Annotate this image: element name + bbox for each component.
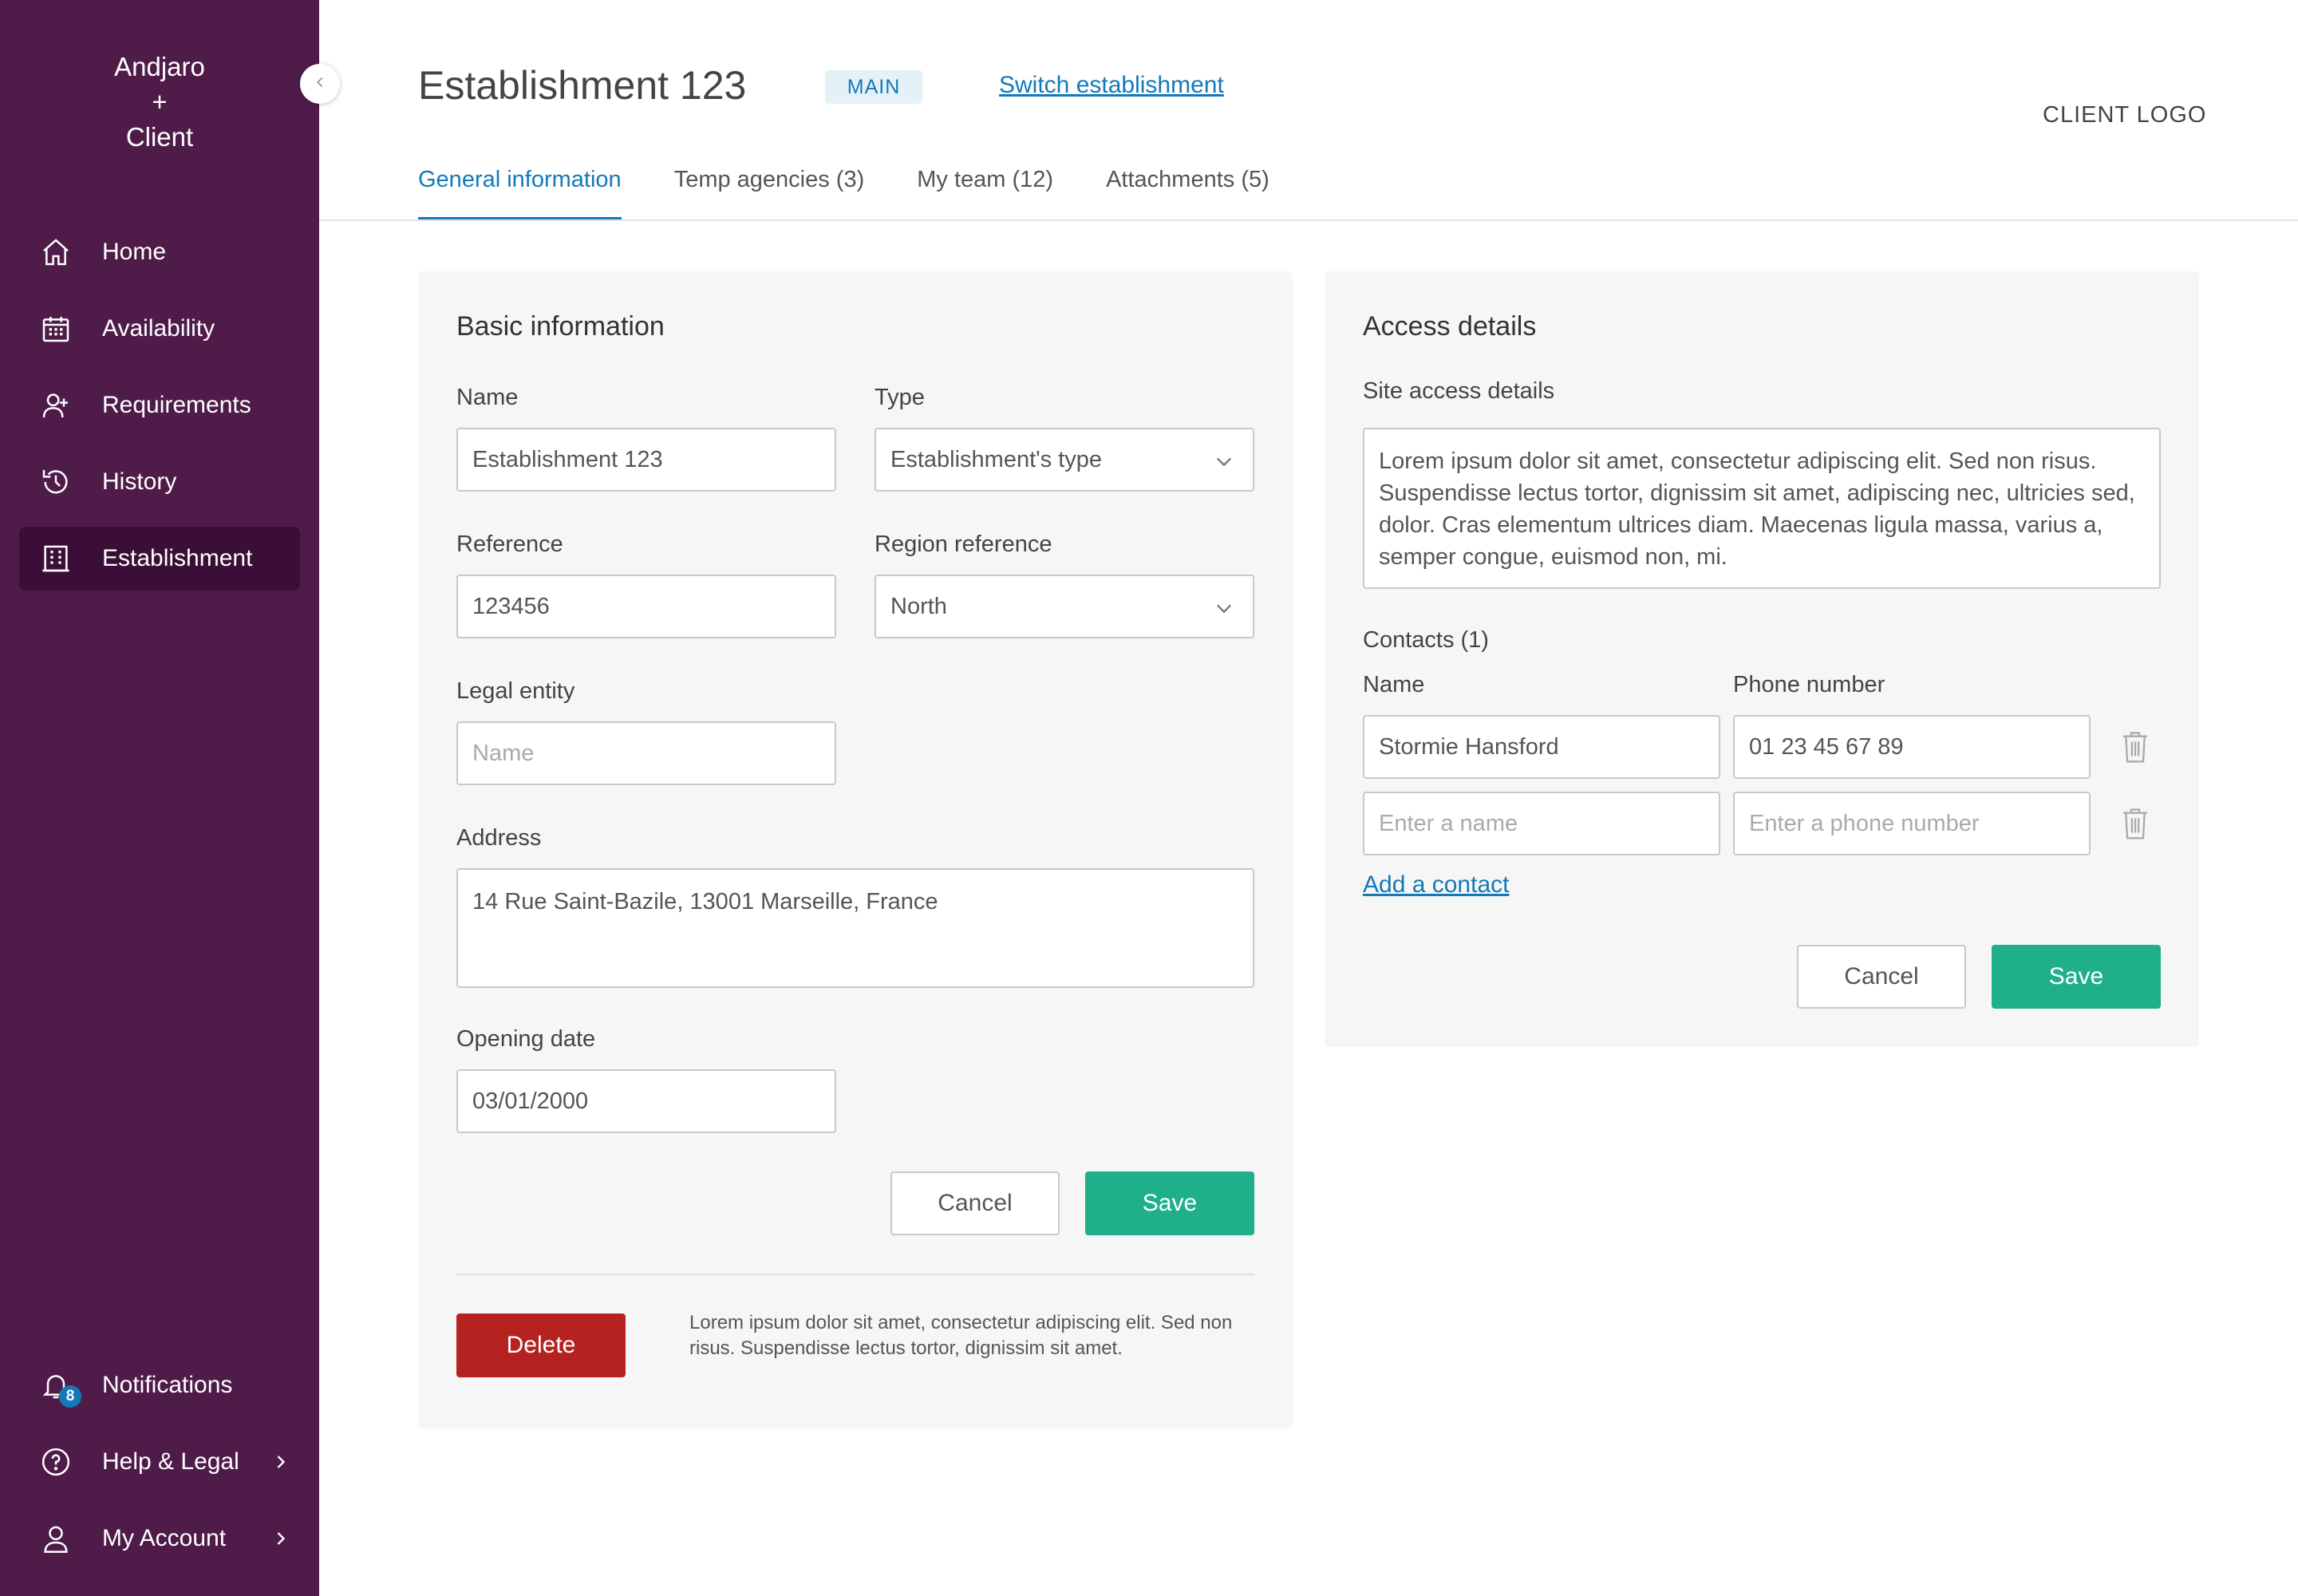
trash-icon[interactable] (2119, 806, 2151, 841)
new-contact-name-field[interactable]: Enter a name (1363, 792, 1720, 855)
type-label: Type (875, 385, 925, 410)
cancel-button[interactable]: Cancel (890, 1171, 1060, 1235)
contacts-label: Contacts (1) (1363, 627, 1489, 653)
tab-attachments[interactable]: Attachments (5) (1106, 160, 1269, 220)
brand-line-1: Andjaro (114, 52, 205, 81)
sidebar-item-help-legal[interactable]: Help & Legal (19, 1430, 300, 1494)
sidebar-item-label: Home (102, 239, 167, 265)
delete-button[interactable]: Delete (456, 1314, 626, 1377)
chevron-right-icon (270, 1449, 292, 1479)
tab-my-team[interactable]: My team (12) (917, 160, 1053, 220)
trash-icon[interactable] (2119, 729, 2151, 764)
chevron-right-icon (270, 1526, 292, 1555)
type-select[interactable]: Establishment's type (875, 428, 1254, 492)
reference-field[interactable]: 123456 (456, 575, 836, 638)
notification-badge: 8 (59, 1385, 81, 1408)
access-details-card: Access details Site access details Lorem… (1325, 271, 2199, 1047)
help-icon (38, 1444, 73, 1479)
save-button[interactable]: Save (1085, 1171, 1254, 1235)
tab-general-information[interactable]: General information (418, 160, 622, 220)
chevron-left-icon (311, 73, 329, 95)
save-button[interactable]: Save (1992, 945, 2161, 1009)
sidebar-item-label: Notifications (102, 1372, 233, 1398)
sidebar-item-history[interactable]: History (19, 450, 300, 514)
sidebar-item-label: History (102, 468, 177, 495)
opening-date-label: Opening date (456, 1026, 596, 1052)
add-user-icon (38, 388, 73, 423)
name-label: Name (456, 385, 519, 410)
basic-information-card: Basic information Name Establishment 123… (418, 271, 1293, 1428)
calendar-icon (38, 311, 73, 346)
sidebar-item-label: Requirements (102, 392, 251, 418)
address-field[interactable]: 14 Rue Saint-Bazile, 13001 Marseille, Fr… (456, 868, 1254, 988)
user-icon (38, 1521, 73, 1556)
chevron-down-icon (1213, 597, 1235, 626)
tabs: General information Temp agencies (3) My… (418, 160, 1322, 220)
home-icon (38, 235, 73, 270)
sidebar-item-establishment[interactable]: Establishment (19, 527, 300, 591)
add-contact-link[interactable]: Add a contact (1363, 871, 1509, 899)
contact-phone-field[interactable]: 01 23 45 67 89 (1733, 715, 2091, 779)
building-icon (38, 541, 73, 576)
sidebar-item-label: Establishment (102, 545, 253, 571)
brand-line-3: Client (125, 122, 194, 152)
region-reference-label: Region reference (875, 531, 1052, 557)
site-access-field[interactable]: Lorem ipsum dolor sit amet, consectetur … (1363, 428, 2161, 589)
sidebar: Andjaro + Client Home Availability Requi… (0, 0, 319, 1596)
divider (456, 1274, 1254, 1275)
client-logo: CLIENT LOGO (2043, 102, 2207, 128)
collapse-sidebar-button[interactable] (300, 64, 340, 104)
cancel-button[interactable]: Cancel (1797, 945, 1966, 1009)
brand-line-2: + (152, 87, 168, 117)
card-title: Access details (1363, 311, 1537, 342)
sidebar-item-home[interactable]: Home (19, 220, 300, 284)
switch-establishment-link[interactable]: Switch establishment (999, 72, 1224, 99)
contact-phone-column-label: Phone number (1733, 672, 1885, 697)
reference-label: Reference (456, 531, 563, 557)
site-access-label: Site access details (1363, 378, 1555, 404)
main-badge: MAIN (825, 70, 922, 104)
legal-entity-label: Legal entity (456, 678, 575, 704)
legal-entity-field[interactable]: Name (456, 721, 836, 785)
new-contact-phone-field[interactable]: Enter a phone number (1733, 792, 2091, 855)
region-select-value: North (890, 593, 947, 619)
page-title: Establishment 123 (418, 63, 747, 108)
name-field[interactable]: Establishment 123 (456, 428, 836, 492)
sidebar-item-requirements[interactable]: Requirements (19, 373, 300, 437)
sidebar-item-my-account[interactable]: My Account (19, 1507, 300, 1570)
sidebar-item-label: Help & Legal (102, 1448, 239, 1475)
tabs-divider (319, 219, 2298, 221)
sidebar-item-label: My Account (102, 1525, 227, 1551)
type-select-value: Establishment's type (890, 446, 1103, 472)
brand: Andjaro + Client (0, 49, 319, 155)
region-reference-select[interactable]: North (875, 575, 1254, 638)
address-label: Address (456, 825, 542, 851)
sidebar-item-availability[interactable]: Availability (19, 297, 300, 361)
sidebar-item-label: Availability (102, 315, 215, 342)
history-icon (38, 464, 73, 500)
bell-icon: 8 (38, 1368, 81, 1408)
tab-temp-agencies[interactable]: Temp agencies (3) (674, 160, 865, 220)
contact-name-field[interactable]: Stormie Hansford (1363, 715, 1720, 779)
sidebar-item-notifications[interactable]: 8 Notifications (19, 1353, 300, 1417)
opening-date-field[interactable]: 03/01/2000 (456, 1069, 836, 1133)
card-title: Basic information (456, 311, 665, 342)
chevron-down-icon (1213, 450, 1235, 479)
contact-name-column-label: Name (1363, 672, 1425, 697)
delete-note: Lorem ipsum dolor sit amet, consectetur … (689, 1312, 1233, 1359)
